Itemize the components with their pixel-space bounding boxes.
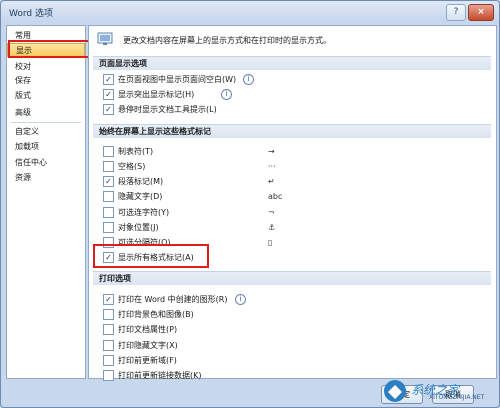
option-label: 打印前更新域(F)	[118, 356, 177, 365]
option-label: 打印文档属性(P)	[118, 325, 178, 334]
checkbox[interactable]	[103, 370, 114, 381]
option-label: 打印前更新链接数据(K)	[118, 371, 202, 380]
section-page-display: 页面显示选项	[93, 56, 491, 70]
window-title: Word 选项	[9, 9, 53, 19]
word-options-dialog: Word 选项 ? × 常用 显示 校对 保存 版式 高级 自定义 加载项 信任…	[0, 0, 500, 408]
anchor-icon: ⚓	[268, 223, 276, 232]
title-bar: Word 选项 ? ×	[1, 1, 499, 23]
option-label: 段落标记(M)	[118, 177, 164, 186]
option-label: 打印背景色和图像(B)	[118, 310, 194, 319]
option-label: 隐藏文字(D)	[118, 192, 163, 201]
options-sidebar: 常用 显示 校对 保存 版式 高级 自定义 加载项 信任中心 资源	[6, 25, 86, 379]
break-mark-icon: ▯	[268, 238, 273, 247]
section-formatting-marks: 始终在屏幕上显示这些格式标记	[93, 124, 491, 138]
sidebar-item-layout[interactable]: 版式	[7, 89, 85, 103]
option-object-anchors[interactable]: 对象位置(J) ⚓	[103, 221, 483, 234]
checkbox[interactable]	[103, 309, 114, 320]
info-icon: i	[235, 294, 246, 305]
highlight-box-display	[8, 40, 90, 58]
watermark-url: XITONGZHIJIA.NET	[429, 394, 485, 401]
option-print-hidden-text[interactable]: 打印隐藏文字(X)	[103, 339, 483, 352]
intro-text: 更改文档内容在屏幕上的显示方式和在打印时的显示方式。	[123, 36, 331, 45]
checkbox[interactable]	[103, 340, 114, 351]
checkbox[interactable]	[103, 355, 114, 366]
info-icon: i	[221, 89, 232, 100]
sidebar-item-resources[interactable]: 资源	[7, 171, 85, 185]
sidebar-divider	[11, 122, 81, 123]
option-label: 显示突出显示标记(H)	[118, 90, 195, 99]
sidebar-item-customize[interactable]: 自定义	[7, 125, 85, 139]
checkbox[interactable]: ✓	[103, 176, 114, 187]
intro-row: 更改文档内容在屏幕上的显示方式和在打印时的显示方式。	[95, 32, 491, 52]
option-label: 在页面视图中显示页面间空白(W)	[118, 75, 237, 84]
option-label: 制表符(T)	[118, 147, 154, 156]
info-icon: i	[243, 74, 254, 85]
close-icon[interactable]: ×	[468, 4, 494, 21]
sidebar-item-trust-center[interactable]: 信任中心	[7, 156, 85, 170]
sidebar-item-save[interactable]: 保存	[7, 74, 85, 88]
help-icon[interactable]: ?	[446, 4, 466, 21]
option-print-drawings[interactable]: ✓ 打印在 Word 中创建的图形(R) i	[103, 293, 483, 306]
hidden-text-icon: abc	[268, 192, 283, 201]
display-options-panel: 更改文档内容在屏幕上的显示方式和在打印时的显示方式。 页面显示选项 ✓ 在页面视…	[88, 25, 497, 381]
option-print-properties[interactable]: 打印文档属性(P)	[103, 323, 483, 336]
display-icon	[97, 32, 113, 45]
sidebar-item-advanced[interactable]: 高级	[7, 106, 85, 120]
tab-mark-icon: →	[268, 147, 275, 156]
checkbox[interactable]: ✓	[103, 74, 114, 85]
paragraph-mark-icon: ↵	[268, 177, 275, 186]
checkbox[interactable]: ✓	[103, 89, 114, 100]
sidebar-item-proofing[interactable]: 校对	[7, 60, 85, 74]
option-label: 打印隐藏文字(X)	[118, 341, 178, 350]
space-mark-icon: ···	[268, 162, 276, 171]
checkbox[interactable]: ✓	[103, 294, 114, 305]
watermark: 系统之家 XITONGZHIJIA.NET	[379, 377, 497, 405]
watermark-logo-icon	[384, 380, 406, 402]
option-tab-characters[interactable]: 制表符(T) →	[103, 145, 483, 158]
option-label: 打印在 Word 中创建的图形(R)	[118, 295, 228, 304]
option-update-fields[interactable]: 打印前更新域(F)	[103, 354, 483, 367]
option-optional-hyphens[interactable]: 可选连字符(Y) ¬	[103, 206, 483, 219]
option-label: 空格(S)	[118, 162, 146, 171]
sidebar-item-addins[interactable]: 加载项	[7, 140, 85, 154]
option-paragraph-marks[interactable]: ✓ 段落标记(M) ↵	[103, 175, 483, 188]
checkbox[interactable]	[103, 191, 114, 202]
section-printing: 打印选项	[93, 271, 491, 285]
checkbox[interactable]	[103, 222, 114, 233]
option-label: 对象位置(J)	[118, 223, 159, 232]
option-show-whitespace[interactable]: ✓ 在页面视图中显示页面间空白(W) i	[103, 73, 483, 86]
checkbox[interactable]	[103, 324, 114, 335]
option-label: 悬停时显示文档工具提示(L)	[118, 105, 217, 114]
option-label: 可选连字符(Y)	[118, 208, 170, 217]
option-hidden-text[interactable]: 隐藏文字(D) abc	[103, 190, 483, 203]
option-print-background[interactable]: 打印背景色和图像(B)	[103, 308, 483, 321]
option-show-tooltips[interactable]: ✓ 悬停时显示文档工具提示(L)	[103, 103, 483, 116]
option-show-highlighter[interactable]: ✓ 显示突出显示标记(H) i	[103, 88, 483, 101]
option-spaces[interactable]: 空格(S) ···	[103, 160, 483, 173]
hyphen-mark-icon: ¬	[268, 208, 275, 217]
checkbox[interactable]	[103, 146, 114, 157]
checkbox[interactable]	[103, 161, 114, 172]
checkbox[interactable]: ✓	[103, 104, 114, 115]
highlight-box-show-all	[93, 244, 209, 268]
checkbox[interactable]	[103, 207, 114, 218]
